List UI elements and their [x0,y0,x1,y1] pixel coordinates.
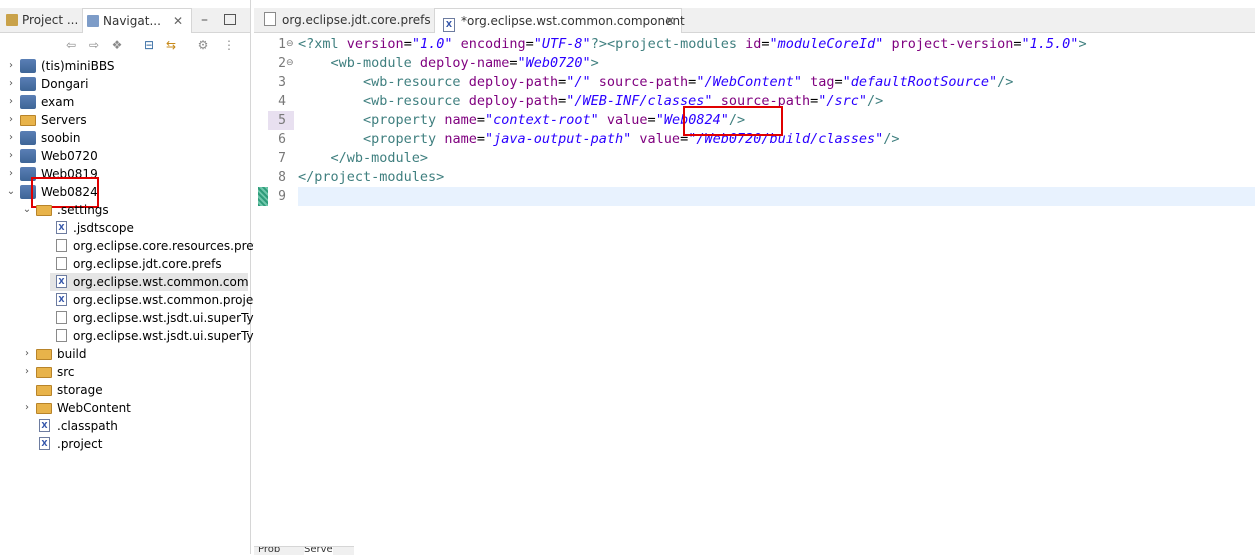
project-icon [20,149,36,163]
file-icon [56,329,67,342]
tree-item-project[interactable]: › soobin [0,129,250,147]
filter-icon[interactable]: ⚙ [196,38,210,52]
tree-item-folder[interactable]: › build [0,345,250,363]
file-icon [56,311,67,324]
fold-toggle-icon[interactable]: ⊖ [286,54,296,73]
tree-item-file[interactable]: X .classpath [0,417,250,435]
code-line[interactable]: <property name="context-root" value="Web… [298,111,745,130]
link-editor-icon[interactable]: ⇆ [164,38,178,52]
file-icon [56,239,67,252]
expand-arrow-icon[interactable]: › [6,111,16,129]
tab-navigator[interactable]: Navigat... ✕ [82,8,192,33]
code-line[interactable]: <?xml version="1.0" encoding="UTF-8"?><p… [298,35,1087,54]
line-number: 3 [278,75,286,90]
code-line[interactable]: <wb-module deploy-name="Web0720"> [298,54,599,73]
current-line-highlight [298,187,1255,206]
back-arrow-icon[interactable]: ⇦ [64,38,78,52]
tree-item-file[interactable]: org.eclipse.core.resources.prefs [0,237,264,255]
expand-arrow-icon[interactable]: › [6,57,16,75]
forward-arrow-icon[interactable]: ⇨ [87,38,101,52]
tree-item-file[interactable]: X .project [0,435,250,453]
tree-item-project[interactable]: › exam [0,93,250,111]
line-number: 9 [278,189,286,204]
tree-item-project[interactable]: › (tis)miniBBS [0,57,250,75]
tree-item-folder[interactable]: storage [0,381,250,399]
expand-arrow-icon[interactable]: › [6,165,16,183]
folder-icon [36,367,52,378]
tab-jdt-core-prefs[interactable]: org.eclipse.jdt.core.prefs [256,8,431,32]
collapse-all-icon[interactable]: ⊟ [142,38,156,52]
tree-item-folder[interactable]: › src [0,363,250,381]
navigator-toolbar: ⇦ ⇨ ❖ ⊟ ⇆ ⚙ ⋮ [0,34,250,56]
tree-item-file[interactable]: org.eclipse.jdt.core.prefs [0,255,250,273]
tree-item-file[interactable]: org.eclipse.wst.jsdt.ui.superType. [0,309,272,327]
project-icon [20,59,36,73]
tab-project-explorer[interactable]: Project ... [6,8,78,32]
left-panel-tabbar: Project ... Navigat... ✕ – [0,8,250,33]
expand-arrow-icon[interactable]: › [6,147,16,165]
tree-item-project[interactable]: › Servers [0,111,250,129]
folder-icon [36,205,52,216]
navigator-icon [87,15,99,27]
file-icon [56,257,67,270]
folder-icon [36,403,52,414]
xml-file-icon: X [56,221,67,234]
code-line[interactable]: <property name="java-output-path" value=… [298,130,900,149]
folder-icon [36,385,52,396]
fold-toggle-icon[interactable]: ⊖ [286,35,296,54]
xml-file-icon: X [443,18,455,32]
tab-common-component[interactable]: X *org.eclipse.wst.common.component ✕ [434,8,685,33]
minimize-icon[interactable]: – [201,10,213,30]
folder-icon [36,349,52,360]
project-explorer-icon [6,14,18,26]
tree-item-project[interactable]: › Dongari [0,75,250,93]
folder-icon [20,115,36,126]
highlight-box-context-root [683,106,783,136]
code-line[interactable]: <wb-resource deploy-path="/" source-path… [298,73,1013,92]
tree-item-file[interactable]: X org.eclipse.wst.common.project. [0,291,268,309]
editor-tabbar: org.eclipse.jdt.core.prefs X *org.eclipse… [254,8,1255,33]
file-icon [264,12,276,26]
project-icon [20,95,36,109]
line-number: 8 [278,170,286,185]
xml-file-icon: X [56,293,67,306]
tree-item-file[interactable]: org.eclipse.wst.jsdt.ui.superType. [0,327,272,345]
line-number: 5 [278,113,286,128]
collapse-arrow-icon[interactable]: ⌄ [22,201,32,219]
expand-arrow-icon[interactable]: › [6,75,16,93]
tree-item-file[interactable]: X .jsdtscope [0,219,250,237]
tree-item-folder[interactable]: ⌄ .settings [0,201,250,219]
project-icon [20,77,36,91]
line-number: 6 [278,132,286,147]
project-icon [20,131,36,145]
tree-item-project[interactable]: › Web0720 [0,147,250,165]
code-line[interactable]: <wb-resource deploy-path="/WEB-INF/class… [298,92,883,111]
go-into-icon[interactable]: ❖ [110,38,124,52]
line-number: 7 [278,151,286,166]
tree-item-file-selected[interactable]: X org.eclipse.wst.common.component [50,273,248,291]
xml-file-icon: X [56,275,67,288]
view-menu-icon[interactable]: ⋮ [222,38,236,52]
code-line[interactable]: </wb-module> [298,149,429,168]
line-number: 4 [278,94,286,109]
tree-item-folder[interactable]: › WebContent [0,399,250,417]
xml-file-icon: X [39,437,50,450]
close-icon[interactable]: ✕ [173,9,183,33]
expand-arrow-icon[interactable]: › [22,345,32,363]
expand-arrow-icon[interactable]: › [22,363,32,381]
code-line[interactable]: </project-modules> [298,168,444,187]
expand-arrow-icon[interactable]: › [6,129,16,147]
close-icon[interactable]: ✕ [665,9,675,33]
collapse-arrow-icon[interactable]: ⌄ [6,183,16,201]
xml-file-icon: X [39,419,50,432]
expand-arrow-icon[interactable]: › [6,93,16,111]
expand-arrow-icon[interactable]: › [22,399,32,417]
maximize-icon[interactable] [224,14,236,25]
line-number: 2 [278,56,286,71]
line-number: 1 [278,37,286,52]
